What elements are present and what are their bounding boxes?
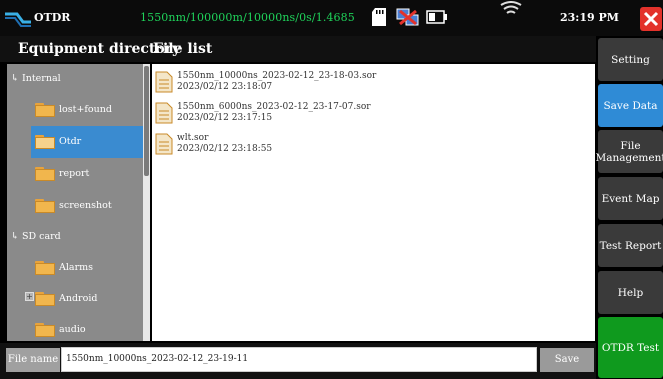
directory-tree[interactable]: ↳ Internal lost+found Otdr report screen… bbox=[7, 64, 150, 341]
file-icon bbox=[155, 133, 173, 155]
file-date: 2023/02/12 23:18:55 bbox=[177, 144, 273, 154]
folder-label: Otdr bbox=[59, 136, 82, 147]
file-item[interactable]: wlt.sor 2023/02/12 23:18:55 bbox=[155, 131, 415, 163]
folder-label: report bbox=[59, 168, 90, 179]
otdr-logo-icon bbox=[5, 12, 31, 27]
save-button[interactable]: Save bbox=[540, 348, 594, 372]
file-list[interactable]: 1550nm_10000ns_2023-02-12_23-18-03.sor 2… bbox=[152, 64, 595, 341]
tree-folder-report[interactable]: report bbox=[31, 158, 143, 190]
tree-node-sd-card[interactable]: ↳ SD card bbox=[11, 231, 61, 242]
folder-icon bbox=[35, 167, 55, 181]
file-name-input[interactable]: 1550nm_10000ns_2023-02-12_23-19-11 bbox=[61, 347, 537, 372]
tree-node-sd-card-label: SD card bbox=[21, 231, 61, 242]
clock: 23:19 PM bbox=[560, 11, 619, 24]
folder-icon bbox=[35, 261, 55, 275]
measurement-params: 1550nm/100000m/10000ns/0s/1.4685 bbox=[140, 11, 355, 24]
test-report-button[interactable]: Test Report bbox=[598, 224, 663, 267]
file-icon bbox=[155, 71, 173, 93]
folder-open-icon bbox=[35, 135, 55, 149]
wifi-icon bbox=[500, 1, 522, 14]
folder-label: audio bbox=[59, 324, 86, 335]
file-management-button[interactable]: File Management bbox=[595, 130, 663, 173]
sd-card-icon bbox=[372, 8, 386, 26]
tree-folder-audio[interactable]: audio bbox=[31, 314, 143, 341]
folder-label: Android bbox=[59, 293, 98, 304]
tree-arrow-icon: ↳ bbox=[11, 73, 22, 84]
file-item[interactable]: 1550nm_6000ns_2023-02-12_23-17-07.sor 20… bbox=[155, 100, 415, 132]
file-date: 2023/02/12 23:17:15 bbox=[177, 113, 273, 123]
event-map-button[interactable]: Event Map bbox=[598, 177, 663, 220]
tree-node-internal-label: Internal bbox=[21, 73, 61, 84]
battery-icon bbox=[426, 10, 447, 24]
save-data-button[interactable]: Save Data bbox=[598, 84, 663, 127]
tree-folder-android[interactable]: Android bbox=[31, 283, 143, 315]
tree-node-internal[interactable]: ↳ Internal bbox=[11, 73, 61, 84]
tree-arrow-icon: ↳ bbox=[11, 231, 22, 242]
tree-folder-screenshot[interactable]: screenshot bbox=[31, 190, 143, 222]
file-date: 2023/02/12 23:18:07 bbox=[177, 82, 273, 92]
folder-icon bbox=[35, 323, 55, 337]
folder-label: Alarms bbox=[59, 262, 93, 273]
folder-icon bbox=[35, 292, 55, 306]
folder-icon bbox=[35, 199, 55, 213]
file-name: 1550nm_6000ns_2023-02-12_23-17-07.sor bbox=[177, 102, 371, 112]
app-title: OTDR bbox=[34, 11, 71, 24]
file-name: 1550nm_10000ns_2023-02-12_23-18-03.sor bbox=[177, 71, 377, 81]
folder-label: screenshot bbox=[59, 200, 112, 211]
tree-folder-lost-found[interactable]: lost+found bbox=[31, 94, 143, 126]
network-icon bbox=[396, 8, 419, 26]
file-item[interactable]: 1550nm_10000ns_2023-02-12_23-18-03.sor 2… bbox=[155, 69, 415, 101]
file-name-label: File name bbox=[6, 348, 60, 372]
otdr-test-button[interactable]: OTDR Test bbox=[598, 317, 663, 378]
file-list-title: File list bbox=[153, 41, 213, 57]
help-button[interactable]: Help bbox=[598, 271, 663, 314]
file-name: wlt.sor bbox=[177, 133, 209, 143]
close-button[interactable] bbox=[640, 7, 662, 31]
close-icon bbox=[643, 11, 659, 27]
file-icon bbox=[155, 102, 173, 124]
folder-icon bbox=[35, 103, 55, 117]
tree-folder-alarms[interactable]: Alarms bbox=[31, 252, 143, 284]
folder-label: lost+found bbox=[59, 104, 112, 115]
tree-folder-otdr[interactable]: Otdr bbox=[31, 126, 143, 158]
setting-button[interactable]: Setting bbox=[598, 38, 663, 81]
tree-scroll-thumb[interactable] bbox=[144, 66, 149, 176]
